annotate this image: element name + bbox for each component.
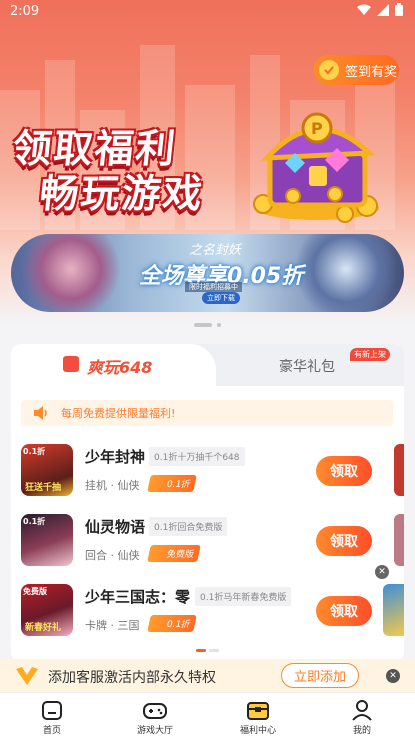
pagination-dot [209, 649, 219, 652]
thumb-sublabel: 新春好礼 [25, 623, 62, 633]
discount-badge: 0.1折 [147, 615, 198, 632]
signal-icon [377, 3, 389, 16]
game-row[interactable]: 0.1折 狂送千抽 少年封神 0.1折十万抽千个648 挂机 · 仙侠 0.1折… [11, 444, 404, 506]
game-thumbnail: 0.1折 狂送千抽 [21, 444, 73, 496]
pagination-dot [217, 323, 221, 327]
banner-pagination [0, 323, 415, 329]
discount-badge: 免费版 [147, 545, 201, 562]
vip-icon [16, 667, 38, 685]
tab-shuangwan648[interactable]: 爽玩648 [11, 344, 216, 386]
gift-bag-icon [63, 356, 79, 372]
close-icon[interactable]: ✕ [386, 669, 400, 683]
thumb-label: 0.1折 [23, 447, 46, 456]
tab-label: 爽玩648 [87, 358, 153, 377]
nav-label: 福利中心 [239, 726, 276, 736]
status-icons [357, 3, 403, 16]
nav-label: 游戏大厅 [136, 726, 173, 736]
banner-caption: 限时福利招募中 [185, 282, 242, 292]
game-category: 挂机 · 仙侠 [85, 479, 140, 492]
tab-luxury-gift[interactable]: 豪华礼包 [279, 356, 335, 376]
close-ad-icon[interactable]: ✕ [375, 565, 389, 579]
list-pagination [0, 649, 415, 652]
welfare-panel: 爽玩648 豪华礼包 有新上架 每周免费提供限量福利! 0.1折 狂送千抽 少年… [11, 344, 404, 662]
game-category: 卡牌 · 三国 [85, 619, 140, 632]
thumb-sublabel: 狂送千抽 [25, 483, 62, 493]
ad-peek[interactable] [394, 514, 404, 566]
speaker-icon [34, 406, 47, 420]
claim-button[interactable]: 领取 [316, 456, 372, 486]
home-icon [42, 701, 62, 720]
nav-label: 首页 [42, 726, 61, 736]
panel-tabs: 爽玩648 豪华礼包 有新上架 [11, 344, 404, 386]
game-row[interactable]: 免费版 新春好礼 少年三国志：零 0.1折马年新春免费版 卡牌 · 三国 0.1… [11, 584, 404, 646]
gamepad-icon [143, 703, 167, 719]
battery-icon [395, 3, 403, 16]
game-thumbnail: 0.1折 [21, 514, 73, 566]
claim-button[interactable]: 领取 [316, 526, 372, 556]
pagination-dot-active [194, 323, 212, 327]
service-text: 添加客服激活内部永久特权 [48, 670, 216, 686]
checkin-label: 签到有奖 [345, 64, 398, 80]
game-category: 回合 · 仙侠 [85, 549, 140, 562]
status-time: 2:09 [10, 4, 40, 19]
wifi-icon [357, 4, 371, 15]
thumb-label: 0.1折 [23, 517, 46, 526]
nav-item-welfare[interactable]: 福利中心 [218, 693, 298, 738]
pagination-dot-active [196, 649, 206, 652]
game-row[interactable]: 0.1折 仙灵物语 0.1折回合免费版 回合 · 仙侠 免费版 领取 [11, 514, 404, 576]
checkmark-icon [319, 60, 339, 80]
game-tag: 0.1折马年新春免费版 [195, 587, 292, 606]
banner-character-left [21, 234, 121, 312]
banner-logo: 之名封妖 [189, 243, 242, 258]
chest-icon [247, 702, 269, 720]
app-screen: 2:09 签到有奖 领取福利 畅玩游戏 P 之名封妖 全场尊享0.05折 限时福… [0, 0, 415, 738]
game-tag: 0.1折十万抽千个648 [149, 447, 245, 466]
bottom-nav: 首页 游戏大厅 福利中心 我的 [0, 692, 415, 738]
game-name: 少年封神 [85, 448, 146, 466]
nav-item-mine[interactable]: 我的 [322, 693, 402, 738]
nav-item-home[interactable]: 首页 [12, 693, 92, 738]
svg-text:P: P [311, 119, 323, 138]
ad-peek[interactable] [383, 584, 404, 636]
discount-badge: 0.1折 [147, 475, 198, 492]
new-badge: 有新上架 [350, 348, 390, 361]
hero-title-line2: 畅玩游戏 [37, 172, 207, 217]
promo-banner[interactable]: 之名封妖 全场尊享0.05折 限时福利招募中 立即下载 [11, 234, 404, 312]
claim-button[interactable]: 领取 [316, 596, 372, 626]
game-thumbnail: 免费版 新春好礼 [21, 584, 73, 636]
add-service-button[interactable]: 立即添加 [281, 663, 359, 688]
thumb-label: 免费版 [23, 587, 47, 596]
status-bar: 2:09 [0, 0, 415, 24]
banner-character-right [296, 234, 396, 312]
service-bar: 添加客服激活内部永久特权 立即添加 ✕ [0, 659, 415, 692]
ad-peek[interactable] [394, 444, 404, 496]
nav-label: 我的 [352, 726, 371, 736]
nav-item-game-hall[interactable]: 游戏大厅 [115, 693, 195, 738]
game-tag: 0.1折回合免费版 [149, 517, 228, 536]
user-icon [352, 700, 372, 721]
game-name: 少年三国志：零 [85, 588, 191, 606]
notice-text: 每周免费提供限量福利! [61, 407, 176, 420]
game-name: 仙灵物语 [85, 518, 146, 536]
banner-download-button[interactable]: 立即下载 [202, 292, 240, 304]
notice-bar: 每周免费提供限量福利! [21, 400, 393, 426]
checkin-button[interactable]: 签到有奖 [313, 55, 399, 85]
treasure-chest-icon: P [253, 112, 379, 223]
